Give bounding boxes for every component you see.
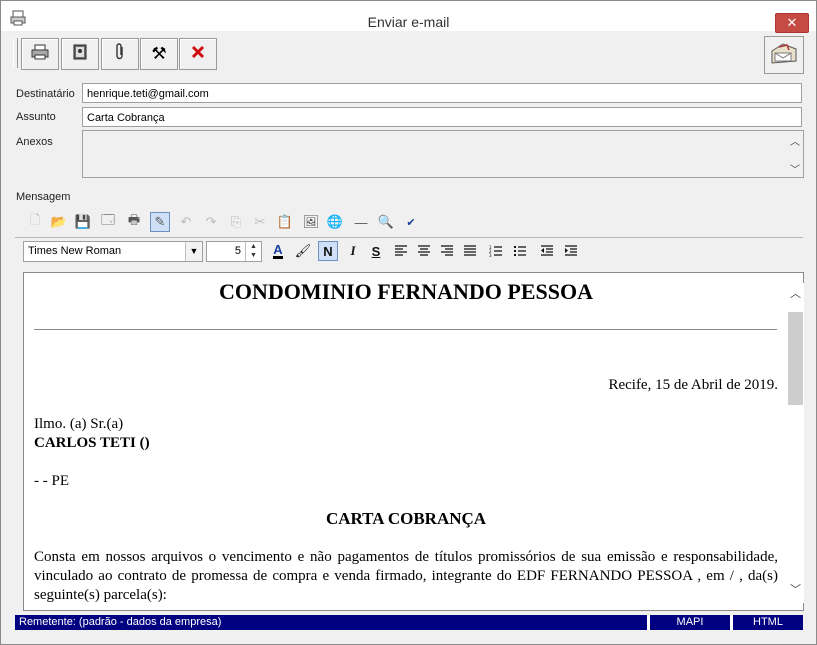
letter-subtitle: CARTA COBRANÇA <box>325 509 487 528</box>
message-editor[interactable]: CONDOMINIO FERNANDO PESSOA Recife, 15 de… <box>23 272 804 611</box>
scroll-thumb[interactable] <box>788 312 803 405</box>
spellcheck-icon[interactable]: ✔ <box>401 212 421 232</box>
indent-icon[interactable] <box>561 241 581 261</box>
insert-image-icon[interactable]: 🖼 <box>301 212 321 232</box>
justify-icon[interactable] <box>460 241 480 261</box>
mapi-status: MAPI <box>650 615 730 630</box>
edit-mode-icon[interactable]: ✎ <box>150 212 170 232</box>
tools-icon: ⚒ <box>151 44 167 63</box>
mailbox-button[interactable] <box>764 36 804 74</box>
address-book-icon <box>72 44 88 65</box>
heading-rule <box>34 329 777 330</box>
svg-text:3: 3 <box>489 253 492 257</box>
attach-button[interactable] <box>101 38 139 70</box>
font-color-icon[interactable]: A <box>268 241 288 261</box>
properties-icon[interactable]: 🗔 <box>98 212 118 232</box>
align-center-icon[interactable] <box>414 241 434 261</box>
font-size-value: 5 <box>234 245 241 257</box>
email-window: Enviar e-mail ✕ ⚒ Destinatário henrique.… <box>0 0 817 645</box>
title-bar: Enviar e-mail ✕ <box>1 1 816 33</box>
highlight-brush-icon[interactable]: 🖌 <box>293 241 313 261</box>
window-title: Enviar e-mail <box>367 14 450 30</box>
font-name: Times New Roman <box>28 245 122 257</box>
bold-button[interactable]: N <box>318 241 338 261</box>
anexos-scroll-up-icon[interactable]: ︿ <box>790 133 800 148</box>
open-icon[interactable]: 📂 <box>49 212 69 232</box>
save-icon[interactable]: 💾 <box>73 212 93 232</box>
html-status: HTML <box>733 615 803 630</box>
align-left-icon[interactable] <box>391 241 411 261</box>
status-bar: Remetente: (padrão - dados da empresa) M… <box>15 615 803 630</box>
strike-button[interactable]: S <box>366 241 386 261</box>
salutation: Ilmo. (a) Sr.(a) <box>34 416 124 432</box>
tools-button[interactable]: ⚒ <box>140 38 178 70</box>
cancel-x-icon <box>191 45 205 64</box>
assunto-field[interactable]: Carta Cobrança <box>82 107 802 127</box>
paste-icon[interactable]: 📋 <box>275 212 295 232</box>
anexos-label: Anexos <box>16 136 53 148</box>
align-right-icon[interactable] <box>437 241 457 261</box>
format-toolbar: Times New Roman ▼ 5 ▲ ▼ A 🖌 N I S 123 <box>23 240 803 266</box>
paperclip-icon <box>114 42 126 66</box>
horizontal-rule-icon[interactable]: — <box>351 212 371 232</box>
new-doc-icon[interactable]: 🗋 <box>25 212 45 232</box>
copy-icon[interactable]: ⎘ <box>226 212 246 232</box>
numbered-list-icon[interactable]: 123 <box>486 241 506 261</box>
remetente-status: Remetente: (padrão - dados da empresa) <box>15 615 647 630</box>
assunto-label: Assunto <box>16 111 56 123</box>
recipient-name: CARLOS TETI () <box>34 435 150 451</box>
destinatario-field[interactable]: henrique.teti@gmail.com <box>82 83 802 103</box>
toolbar-grip[interactable] <box>13 38 18 68</box>
outdent-icon[interactable] <box>537 241 557 261</box>
cancel-button[interactable] <box>179 38 217 70</box>
font-select[interactable]: Times New Roman ▼ <box>23 241 203 262</box>
bullet-list-icon[interactable] <box>510 241 530 261</box>
italic-button[interactable]: I <box>343 241 363 261</box>
print-preview-icon <box>31 44 49 65</box>
main-toolbar: ⚒ <box>13 37 803 71</box>
destinatario-label: Destinatário <box>16 88 75 100</box>
print-preview-button[interactable] <box>21 38 59 70</box>
redo-icon[interactable]: ↷ <box>201 212 221 232</box>
cut-icon[interactable]: ✂ <box>250 212 270 232</box>
mailbox-icon <box>769 41 799 70</box>
anexos-list[interactable]: ︿ ﹀ <box>82 130 804 178</box>
recipient-address: - - PE <box>34 473 69 489</box>
chevron-down-icon[interactable]: ▼ <box>185 242 202 261</box>
find-icon[interactable]: 🔍 <box>376 212 396 232</box>
toolbar-divider <box>15 237 803 238</box>
editor-toolbar: 🗋 📂 💾 🗔 🖶 ✎ ↶ ↷ ⎘ ✂ 📋 🖼 🌐 — 🔍 ✔ <box>25 212 425 234</box>
font-size-spinner[interactable]: 5 ▲ ▼ <box>206 241 262 262</box>
spin-arrows-icon[interactable]: ▲ ▼ <box>245 242 261 261</box>
mensagem-label: Mensagem <box>16 191 71 203</box>
editor-scrollbar[interactable]: ︿ ﹀ <box>787 283 804 603</box>
scroll-down-icon[interactable]: ﹀ <box>787 581 804 597</box>
scroll-up-icon[interactable]: ︿ <box>787 285 804 301</box>
letter-body: Consta em nossos arquivos o vencimento e… <box>34 549 778 603</box>
insert-link-icon[interactable]: 🌐 <box>325 212 345 232</box>
address-book-button[interactable] <box>61 38 99 70</box>
document-heading: CONDOMINIO FERNANDO PESSOA <box>218 279 594 304</box>
undo-icon[interactable]: ↶ <box>176 212 196 232</box>
anexos-scroll-down-icon[interactable]: ﹀ <box>790 161 800 176</box>
close-button[interactable]: ✕ <box>775 13 809 33</box>
print-icon[interactable]: 🖶 <box>124 212 144 232</box>
date-line: Recife, 15 de Abril de 2019. <box>608 377 778 393</box>
